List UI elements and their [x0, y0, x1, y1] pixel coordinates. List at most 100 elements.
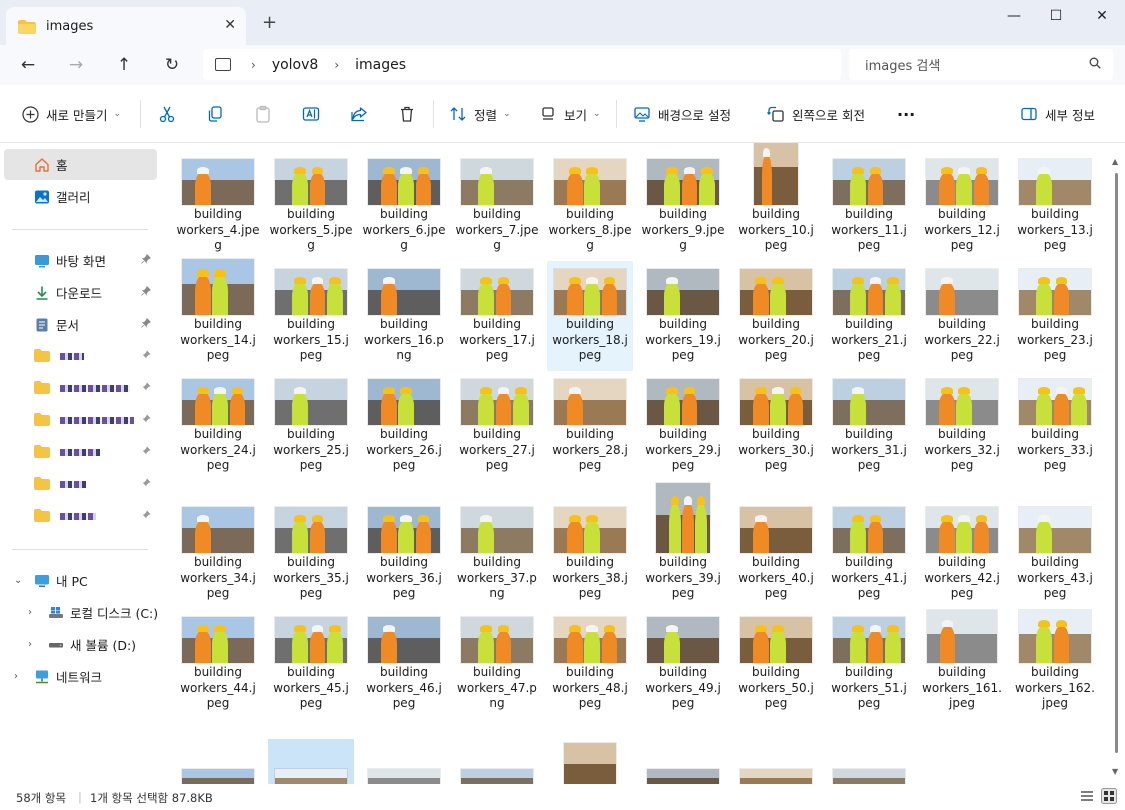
sidebar-item-home[interactable]: 홈 — [4, 149, 157, 180]
details-pane-button[interactable]: 세부 정보 — [1019, 103, 1095, 125]
scroll-down-arrow-icon[interactable]: ▼ — [1112, 767, 1118, 776]
file-item[interactable]: building workers_18.j peg — [547, 261, 633, 371]
file-item[interactable]: building workers_29.j peg — [640, 371, 726, 481]
file-item[interactable]: building workers_11.j peg — [826, 151, 912, 261]
file-item[interactable]: building workers_8.jpe g — [547, 151, 633, 261]
file-item[interactable]: building workers_4.jpe g — [175, 151, 261, 261]
file-item[interactable] — [454, 739, 540, 784]
refresh-button[interactable]: ↻ — [158, 52, 186, 78]
sidebar-item-folder[interactable] — [4, 341, 157, 372]
minimize-button[interactable]: — — [991, 0, 1037, 32]
file-item[interactable]: building workers_44.j peg — [175, 609, 261, 719]
file-item[interactable]: building workers_43.j peg — [1012, 499, 1098, 609]
file-item[interactable]: building workers_34.j peg — [175, 499, 261, 609]
paste-button[interactable] — [253, 103, 273, 125]
file-item[interactable]: building workers_40.j peg — [733, 499, 819, 609]
file-item[interactable]: building workers_10.j peg — [733, 143, 819, 261]
scrollbar-thumb[interactable] — [1115, 173, 1118, 753]
large-icons-view-icon[interactable] — [1101, 788, 1117, 807]
file-item[interactable]: building workers_49.j peg — [640, 609, 726, 719]
new-tab-button[interactable]: + — [262, 12, 277, 33]
file-item[interactable] — [640, 739, 726, 784]
file-item[interactable]: building workers_12.j peg — [919, 151, 1005, 261]
file-item[interactable]: building workers_17.j peg — [454, 261, 540, 371]
sidebar-item-desktop[interactable]: 바탕 화면 — [4, 245, 157, 276]
file-item[interactable]: building workers_21.j peg — [826, 261, 912, 371]
file-item[interactable]: building workers_42.j peg — [919, 499, 1005, 609]
sidebar-item-folder[interactable] — [4, 469, 157, 500]
file-item[interactable]: building workers_30.j peg — [733, 371, 819, 481]
file-item[interactable]: building workers_41.j peg — [826, 499, 912, 609]
address-bar[interactable]: › yolov8 › images — [203, 49, 841, 80]
sidebar-item-gallery[interactable]: 갤러리 — [4, 181, 157, 212]
file-item[interactable]: building workers_37.p ng — [454, 499, 540, 609]
file-item[interactable]: building workers_31.j peg — [826, 371, 912, 481]
file-item[interactable]: building workers_24.j peg — [175, 371, 261, 481]
file-item[interactable]: building workers_36.j peg — [361, 499, 447, 609]
file-item[interactable] — [175, 739, 261, 784]
file-item[interactable]: building workers_48.j peg — [547, 609, 633, 719]
file-item[interactable] — [361, 739, 447, 784]
rename-button[interactable] — [301, 103, 321, 125]
file-item[interactable]: building workers_16.p ng — [361, 261, 447, 371]
file-item[interactable] — [547, 739, 633, 784]
sidebar-item-documents[interactable]: 문서 — [4, 309, 157, 340]
file-item[interactable]: building workers_23.j peg — [1012, 261, 1098, 371]
copy-button[interactable] — [205, 103, 225, 125]
tab-images[interactable]: images ✕ — [6, 7, 246, 45]
file-item[interactable]: building workers_162. jpeg — [1012, 609, 1098, 719]
sidebar-item-drive-d[interactable]: › 새 볼륨 (D:) — [18, 629, 171, 660]
file-item[interactable]: building workers_35.j peg — [268, 499, 354, 609]
file-item[interactable]: building workers_33.j peg — [1012, 371, 1098, 481]
file-item[interactable]: building workers_39.j peg — [640, 483, 726, 609]
sidebar-item-downloads[interactable]: 다운로드 — [4, 277, 157, 308]
file-item[interactable]: building workers_32.j peg — [919, 371, 1005, 481]
file-item[interactable]: building workers_25.j peg — [268, 371, 354, 481]
more-options-button[interactable]: ··· — [897, 103, 915, 125]
file-item[interactable]: building workers_6.jpe g — [361, 151, 447, 261]
details-view-icon[interactable] — [1080, 789, 1094, 806]
sidebar-item-drive-c[interactable]: › 로컬 디스크 (C:) — [18, 597, 171, 628]
file-item[interactable]: building workers_161. jpeg — [919, 609, 1005, 719]
file-item[interactable]: building workers_19.j peg — [640, 261, 726, 371]
forward-button[interactable]: → — [62, 52, 90, 78]
file-item[interactable]: building workers_47.p ng — [454, 609, 540, 719]
new-button[interactable]: 새로 만들기 ⌄ — [20, 103, 121, 125]
vertical-scrollbar[interactable]: ▲ ▼ — [1108, 143, 1125, 784]
close-window-button[interactable]: ✕ — [1079, 0, 1125, 32]
back-button[interactable]: ← — [14, 52, 42, 78]
sidebar-item-this-pc[interactable]: ⌄ 내 PC — [4, 565, 157, 596]
sidebar-item-folder[interactable] — [4, 437, 157, 468]
file-item[interactable]: building workers_28.j peg — [547, 371, 633, 481]
breadcrumb-images[interactable]: images — [355, 57, 406, 73]
file-item[interactable] — [826, 739, 912, 784]
search-box[interactable]: images 검색 — [849, 49, 1113, 80]
file-item[interactable]: building workers_50.j peg — [733, 609, 819, 719]
sidebar-item-folder[interactable] — [4, 501, 157, 532]
rotate-left-button[interactable]: 왼쪽으로 회전 — [766, 103, 865, 125]
file-item[interactable] — [268, 739, 354, 784]
file-item[interactable]: building workers_14.j peg — [175, 259, 261, 371]
file-item[interactable]: building workers_20.j peg — [733, 261, 819, 371]
share-button[interactable] — [349, 103, 369, 125]
delete-button[interactable] — [397, 103, 417, 125]
scroll-up-arrow-icon[interactable]: ▲ — [1112, 157, 1118, 166]
file-item[interactable]: building workers_27.j peg — [454, 371, 540, 481]
view-button[interactable]: 보기 ⌄ — [538, 103, 601, 125]
cut-button[interactable] — [157, 103, 177, 125]
file-item[interactable]: building workers_13.j peg — [1012, 151, 1098, 261]
sidebar-item-network[interactable]: › 네트워크 — [4, 661, 157, 692]
file-item[interactable]: building workers_22.j peg — [919, 261, 1005, 371]
file-item[interactable]: building workers_15.j peg — [268, 261, 354, 371]
file-item[interactable]: building workers_9.jpe g — [640, 151, 726, 261]
breadcrumb-yolov8[interactable]: yolov8 — [272, 57, 319, 73]
sort-button[interactable]: 정렬 ⌄ — [448, 103, 511, 125]
file-item[interactable]: building workers_46.j peg — [361, 609, 447, 719]
sidebar-item-folder[interactable] — [4, 373, 157, 404]
file-item[interactable]: building workers_5.jpe g — [268, 151, 354, 261]
file-item[interactable]: building workers_51.j peg — [826, 609, 912, 719]
up-button[interactable]: ↑ — [110, 52, 138, 78]
file-item[interactable] — [733, 739, 819, 784]
sidebar-item-folder[interactable] — [4, 405, 157, 436]
file-item[interactable]: building workers_45.j peg — [268, 609, 354, 719]
